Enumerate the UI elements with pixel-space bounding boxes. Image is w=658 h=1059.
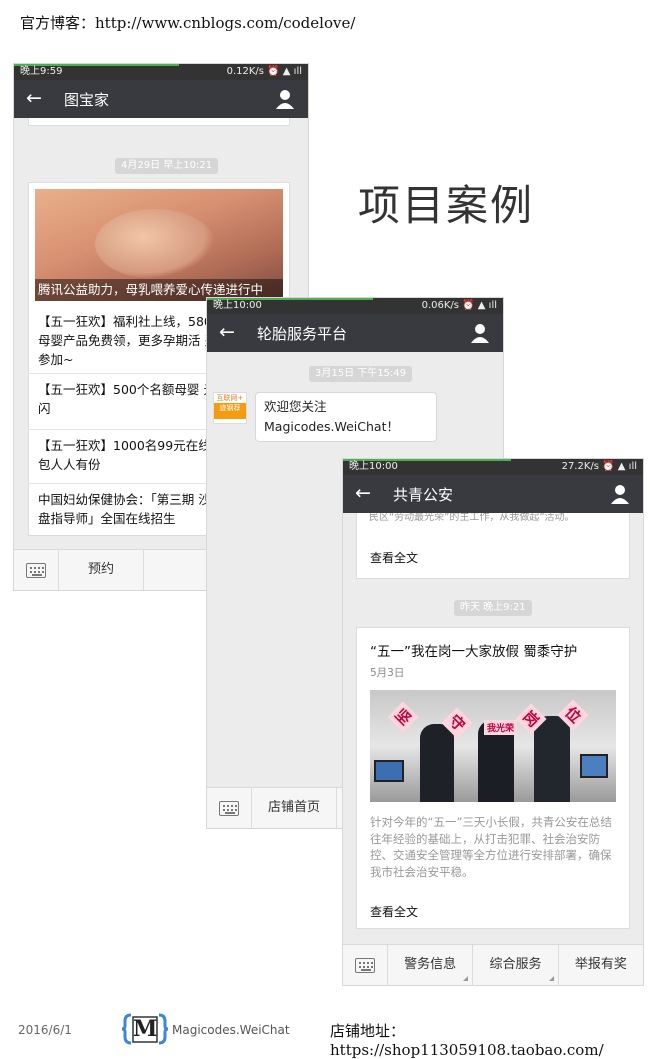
user-profile-icon[interactable]	[611, 484, 629, 504]
submenu-indicator-icon	[548, 976, 554, 981]
chat-title: 共青公安	[393, 486, 454, 504]
avatar-text-top: 互联网+	[216, 394, 244, 402]
back-arrow-icon[interactable]: ←	[26, 87, 42, 109]
back-arrow-icon[interactable]: ←	[355, 482, 371, 504]
message-timestamp: 3月15日 下午15:49	[309, 366, 413, 382]
read-all-link[interactable]: 查看全文	[370, 903, 418, 920]
monitor	[580, 754, 608, 778]
news-list-item[interactable]: 中国妇幼保健协会：「第三期 沙盘指导师」全国在线招生	[28, 484, 228, 536]
message-timestamp: 昨天 晚上9:21	[454, 600, 532, 616]
status-speed: 0.06K/s	[421, 300, 459, 311]
chat-navbar: ← 轮胎服务平台	[207, 314, 503, 352]
article-date: 5月3日	[370, 667, 405, 679]
status-time: 晚上10:00	[213, 300, 262, 311]
footer-date: 2016/6/1	[18, 1023, 72, 1037]
phone-screenshot-gongqing-police: 晚上10:00 27.2K/s ⏰ ▲ ıll ← 共青公安 民区“劳动最光荣”…	[343, 459, 643, 985]
previous-article-card[interactable]: 民区“劳动最光荣”的主工作，从我做起”活动。 查看全文	[356, 513, 630, 579]
status-speed: 27.2K/s	[561, 461, 599, 472]
news-list-item[interactable]: 【五一狂欢】500个名额母婴 元闪	[28, 374, 228, 430]
section-title: 项目案例	[358, 181, 535, 230]
article-snippet: 民区“劳动最光荣”的主工作，从我做起”活动。	[369, 513, 575, 523]
status-bar: 晚上10:00 0.06K/s ⏰ ▲ ıll	[207, 298, 503, 314]
footer-shop-url: 店铺地址：https://shop113059108.taobao.com/	[330, 1022, 604, 1059]
sign-label: 我光荣	[484, 720, 518, 735]
news-list-item[interactable]: 【五一狂欢】福利社上线，580 母婴产品免费领，更多孕期活 费参加~	[28, 306, 228, 374]
magicodes-logo-icon: M	[121, 1013, 169, 1045]
menu-item-booking[interactable]: 预约	[59, 550, 144, 590]
status-network: 0.06K/s ⏰ ▲ ıll	[421, 300, 497, 311]
avatar-text-bottom: 迹钢荐	[214, 403, 246, 419]
status-bar: 晚上10:00 27.2K/s ⏰ ▲ ıll	[343, 459, 643, 475]
chat-title: 图宝家	[64, 91, 110, 109]
chat-navbar: ← 共青公安	[343, 475, 643, 513]
message-timestamp: 4月29日 早上10:21	[115, 158, 219, 174]
keyboard-toggle[interactable]	[343, 945, 388, 985]
status-speed: 0.12K/s	[226, 66, 264, 77]
status-bar: 晚上9:59 0.12K/s ⏰ ▲ ıll	[14, 64, 308, 80]
read-all-link[interactable]: 查看全文	[370, 549, 418, 566]
logo-letter: M	[133, 1016, 158, 1042]
monitor	[374, 760, 404, 782]
news-list-item[interactable]: 【五一狂欢】1000名99元在线 包人人有份	[28, 430, 228, 484]
back-arrow-icon[interactable]: ←	[219, 321, 235, 343]
keyboard-icon	[355, 957, 375, 973]
menu-item-store-home[interactable]: 店铺首页	[252, 788, 337, 828]
status-time: 晚上10:00	[349, 461, 398, 472]
article-title: “五一”我在岗一大家放假 蜀黍守护	[370, 644, 578, 660]
message-bubble[interactable]: 欢迎您关注 Magicodes.WeiChat！	[255, 392, 437, 442]
menu-label: 警务信息	[404, 957, 457, 972]
submenu-indicator-icon	[463, 976, 469, 981]
keyboard-icon	[219, 800, 239, 816]
status-network: 27.2K/s ⏰ ▲ ıll	[561, 461, 637, 472]
status-network: 0.12K/s ⏰ ▲ ıll	[226, 66, 302, 77]
article-card[interactable]: “五一”我在岗一大家放假 蜀黍守护 5月3日 坚 守 我光荣 岗 位 针对今年的…	[356, 627, 630, 929]
account-avatar[interactable]: 互联网+ 迹钢荐	[213, 392, 247, 424]
baby-photo	[95, 209, 215, 279]
banner-image[interactable]: 腾讯公益助力，母乳喂养爱心传递进行中	[35, 189, 283, 301]
status-time: 晚上9:59	[20, 66, 63, 77]
blog-url-text: 官方博客：http://www.cnblogs.com/codelove/	[20, 14, 356, 32]
previous-card-fragment	[28, 118, 290, 126]
user-profile-icon[interactable]	[276, 89, 294, 109]
chat-navbar: ← 图宝家	[14, 80, 308, 118]
officer-figure	[420, 724, 454, 802]
article-body: 针对今年的“五一”三天小长假，共青公安在总结往年经验的基础上，从打击犯罪、社会治…	[370, 815, 612, 879]
officer-figure	[534, 716, 570, 802]
keyboard-icon	[26, 562, 46, 578]
user-profile-icon[interactable]	[471, 323, 489, 343]
footer-brand: Magicodes.WeiChat	[172, 1023, 290, 1037]
article-photo: 坚 守 我光荣 岗 位	[370, 690, 616, 802]
chat-title: 轮胎服务平台	[257, 325, 348, 343]
menu-item-services[interactable]: 综合服务	[473, 945, 559, 985]
keyboard-toggle[interactable]	[14, 550, 59, 590]
sign-char: 坚	[387, 701, 419, 733]
menu-item-police-info[interactable]: 警务信息	[388, 945, 474, 985]
menu-label: 综合服务	[489, 957, 542, 972]
menu-item-report-reward[interactable]: 举报有奖	[559, 945, 643, 985]
custom-menu-bar: 警务信息 综合服务 举报有奖	[343, 944, 643, 985]
keyboard-toggle[interactable]	[207, 788, 252, 828]
